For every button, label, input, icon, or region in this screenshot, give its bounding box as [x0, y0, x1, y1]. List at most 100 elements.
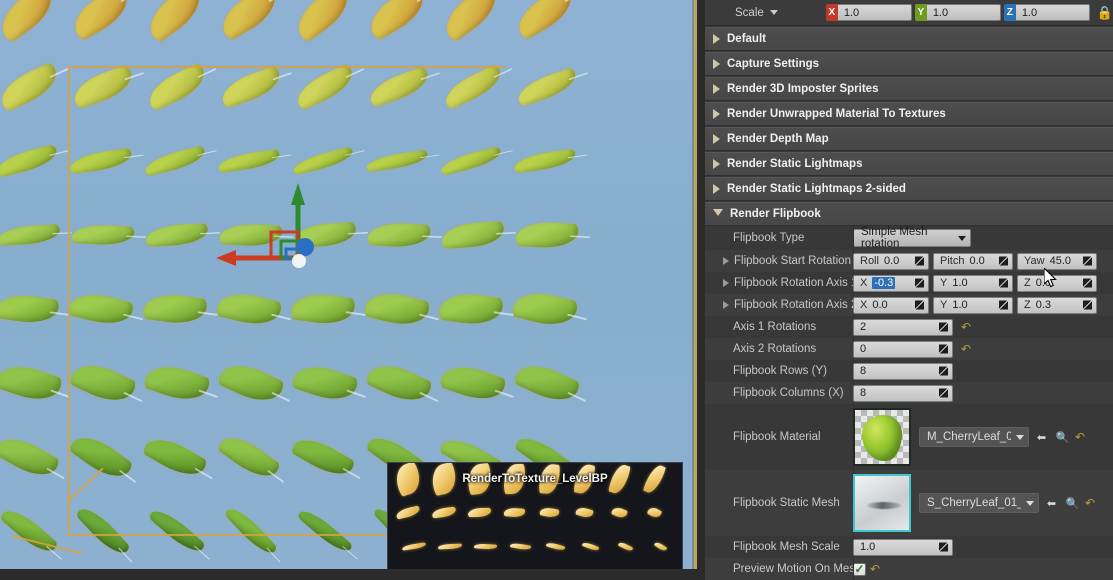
- static-mesh-asset-dropdown[interactable]: S_CherryLeaf_01_Med: [919, 493, 1039, 513]
- magnifier-icon[interactable]: 🔍: [1054, 429, 1071, 446]
- chevron-right-icon: [713, 184, 720, 194]
- spinner-icon[interactable]: [999, 257, 1008, 266]
- y-prefix: Y: [940, 277, 947, 289]
- flipbook-columns-input[interactable]: 8: [853, 385, 953, 402]
- scale-z-field[interactable]: Z 1.0: [1004, 4, 1090, 21]
- axis1-y-input[interactable]: Y 1.0: [933, 275, 1013, 292]
- start-rotation-yaw-input[interactable]: Yaw 45.0: [1017, 253, 1097, 270]
- sprite-frame: [504, 464, 525, 494]
- reset-arrow-icon[interactable]: ↶: [1085, 497, 1098, 510]
- reset-arrow-icon[interactable]: ↶: [961, 343, 974, 356]
- reset-arrow-icon[interactable]: ↶: [1075, 431, 1088, 444]
- spinner-icon[interactable]: [1083, 279, 1092, 288]
- leaf-blade: [218, 65, 285, 108]
- viewport-right-edge: [694, 0, 697, 569]
- category-render-flipbook[interactable]: Render Flipbook: [705, 202, 1113, 226]
- 3d-viewport[interactable]: RenderToTexture_LevelBP: [0, 0, 697, 569]
- scale-z-input[interactable]: 1.0: [1016, 4, 1090, 21]
- spinner-icon[interactable]: [939, 543, 948, 552]
- sprite-frame: [402, 542, 427, 551]
- flipbook-rotation-axis-1-label[interactable]: Flipbook Rotation Axis 1: [705, 277, 853, 289]
- sprite-frame: [546, 541, 566, 552]
- row-flipbook-columns: Flipbook Columns (X) 8: [705, 382, 1113, 404]
- leaf-instance: [439, 359, 507, 406]
- axis-1-rotations-input[interactable]: 2: [853, 319, 953, 336]
- preview-motion-checkbox[interactable]: ✓: [853, 563, 866, 576]
- yaw-prefix: Yaw: [1024, 255, 1045, 267]
- category-default[interactable]: Default: [705, 27, 1113, 51]
- row-flipbook-material: Flipbook Material M_CherryLeaf_02 ⬅ 🔍 ↶: [705, 404, 1113, 470]
- scale-row[interactable]: Scale X 1.0 Y 1.0 Z 1.0 🔒: [705, 0, 1113, 26]
- leaf-instance: [144, 62, 211, 111]
- spinner-icon[interactable]: [939, 367, 948, 376]
- category-render-unwrapped-material-to-textures[interactable]: Render Unwrapped Material To Textures: [705, 102, 1113, 126]
- leaf-instance: [143, 145, 207, 176]
- leaf-instance: [0, 224, 60, 245]
- sprite-frame: [642, 462, 666, 495]
- lock-icon[interactable]: 🔒: [1097, 5, 1113, 21]
- scale-y-field[interactable]: Y 1.0: [915, 4, 1001, 21]
- category-render-static-lightmaps-2-sided[interactable]: Render Static Lightmaps 2-sided: [705, 177, 1113, 201]
- category-render-depth-map[interactable]: Render Depth Map: [705, 127, 1113, 151]
- leaf-instance: [217, 149, 281, 173]
- chevron-down-icon[interactable]: [770, 10, 778, 15]
- axis-2-rotations-input[interactable]: 0: [853, 341, 953, 358]
- start-rotation-roll-input[interactable]: Roll 0.0: [853, 253, 929, 270]
- spinner-icon[interactable]: [999, 301, 1008, 310]
- scale-y-input[interactable]: 1.0: [927, 4, 1001, 21]
- spinner-icon[interactable]: [915, 257, 924, 266]
- category-label: Render Static Lightmaps 2-sided: [727, 183, 906, 195]
- reset-arrow-icon[interactable]: ↶: [961, 321, 974, 334]
- leaf-blade: [290, 431, 356, 483]
- axis-z-tag: Z: [1004, 4, 1016, 21]
- row-flipbook-type: Flipbook Type Simple Mesh rotation: [705, 226, 1113, 250]
- leaf-blade: [69, 65, 136, 110]
- scale-x-field[interactable]: X 1.0: [826, 4, 912, 21]
- leaf-instance: [513, 357, 581, 409]
- browse-back-icon[interactable]: ⬅: [1043, 495, 1060, 512]
- leaf-instance: [69, 356, 138, 409]
- static-mesh-thumbnail[interactable]: [853, 474, 911, 532]
- material-asset-dropdown[interactable]: M_CherryLeaf_02: [919, 427, 1029, 447]
- flipbook-type-dropdown[interactable]: Simple Mesh rotation: [853, 229, 971, 247]
- row-flipbook-static-mesh: Flipbook Static Mesh S_CherryLeaf_01_Med…: [705, 470, 1113, 536]
- flipbook-static-mesh-label: Flipbook Static Mesh: [705, 497, 853, 509]
- spinner-icon[interactable]: [1083, 257, 1092, 266]
- scale-x-input[interactable]: 1.0: [838, 4, 912, 21]
- render-to-texture-overlay[interactable]: RenderToTexture_LevelBP: [387, 462, 683, 569]
- row-preview-motion-on-mesh: Preview Motion On Mesh ✓ ↶: [705, 558, 1113, 580]
- spinner-icon[interactable]: [999, 279, 1008, 288]
- category-capture-settings[interactable]: Capture Settings: [705, 52, 1113, 76]
- category-render-3d-imposter-sprites[interactable]: Render 3D Imposter Sprites: [705, 77, 1113, 101]
- axis2-y-input[interactable]: Y 1.0: [933, 297, 1013, 314]
- flipbook-rows-input[interactable]: 8: [853, 363, 953, 380]
- start-rotation-pitch-input[interactable]: Pitch 0.0: [933, 253, 1013, 270]
- y-prefix: Y: [940, 299, 947, 311]
- material-asset-value: M_CherryLeaf_02: [927, 431, 1011, 443]
- leaf-blade: [365, 150, 428, 172]
- material-thumbnail[interactable]: [853, 408, 911, 466]
- flipbook-rotation-axis-2-label[interactable]: Flipbook Rotation Axis 2: [705, 299, 853, 311]
- spinner-icon[interactable]: [915, 279, 924, 288]
- magnifier-icon[interactable]: 🔍: [1064, 495, 1081, 512]
- spinner-icon[interactable]: [939, 345, 948, 354]
- flipbook-mesh-scale-input[interactable]: 1.0: [853, 539, 953, 556]
- leaf-instance: [289, 0, 356, 43]
- axis2-z-input[interactable]: Z 0.3: [1017, 297, 1097, 314]
- leaf-instance: [141, 0, 209, 43]
- leaf-instance: [217, 356, 286, 409]
- transform-gizmo[interactable]: [205, 175, 325, 280]
- category-render-static-lightmaps[interactable]: Render Static Lightmaps: [705, 152, 1113, 176]
- reset-arrow-icon[interactable]: ↶: [870, 563, 883, 576]
- spinner-icon[interactable]: [939, 323, 948, 332]
- axis2-x-input[interactable]: X 0.0: [853, 297, 929, 314]
- axis1-z-input[interactable]: Z 0.0: [1017, 275, 1097, 292]
- flipbook-start-rotation-label[interactable]: Flipbook Start Rotation: [705, 255, 853, 267]
- leaf-instance: [75, 502, 131, 560]
- axis1-x-input[interactable]: X -0.3: [853, 275, 929, 292]
- spinner-icon[interactable]: [915, 301, 924, 310]
- spinner-icon[interactable]: [939, 389, 948, 398]
- spinner-icon[interactable]: [1083, 301, 1092, 310]
- scale-label[interactable]: Scale: [705, 7, 826, 19]
- browse-back-icon[interactable]: ⬅: [1033, 429, 1050, 446]
